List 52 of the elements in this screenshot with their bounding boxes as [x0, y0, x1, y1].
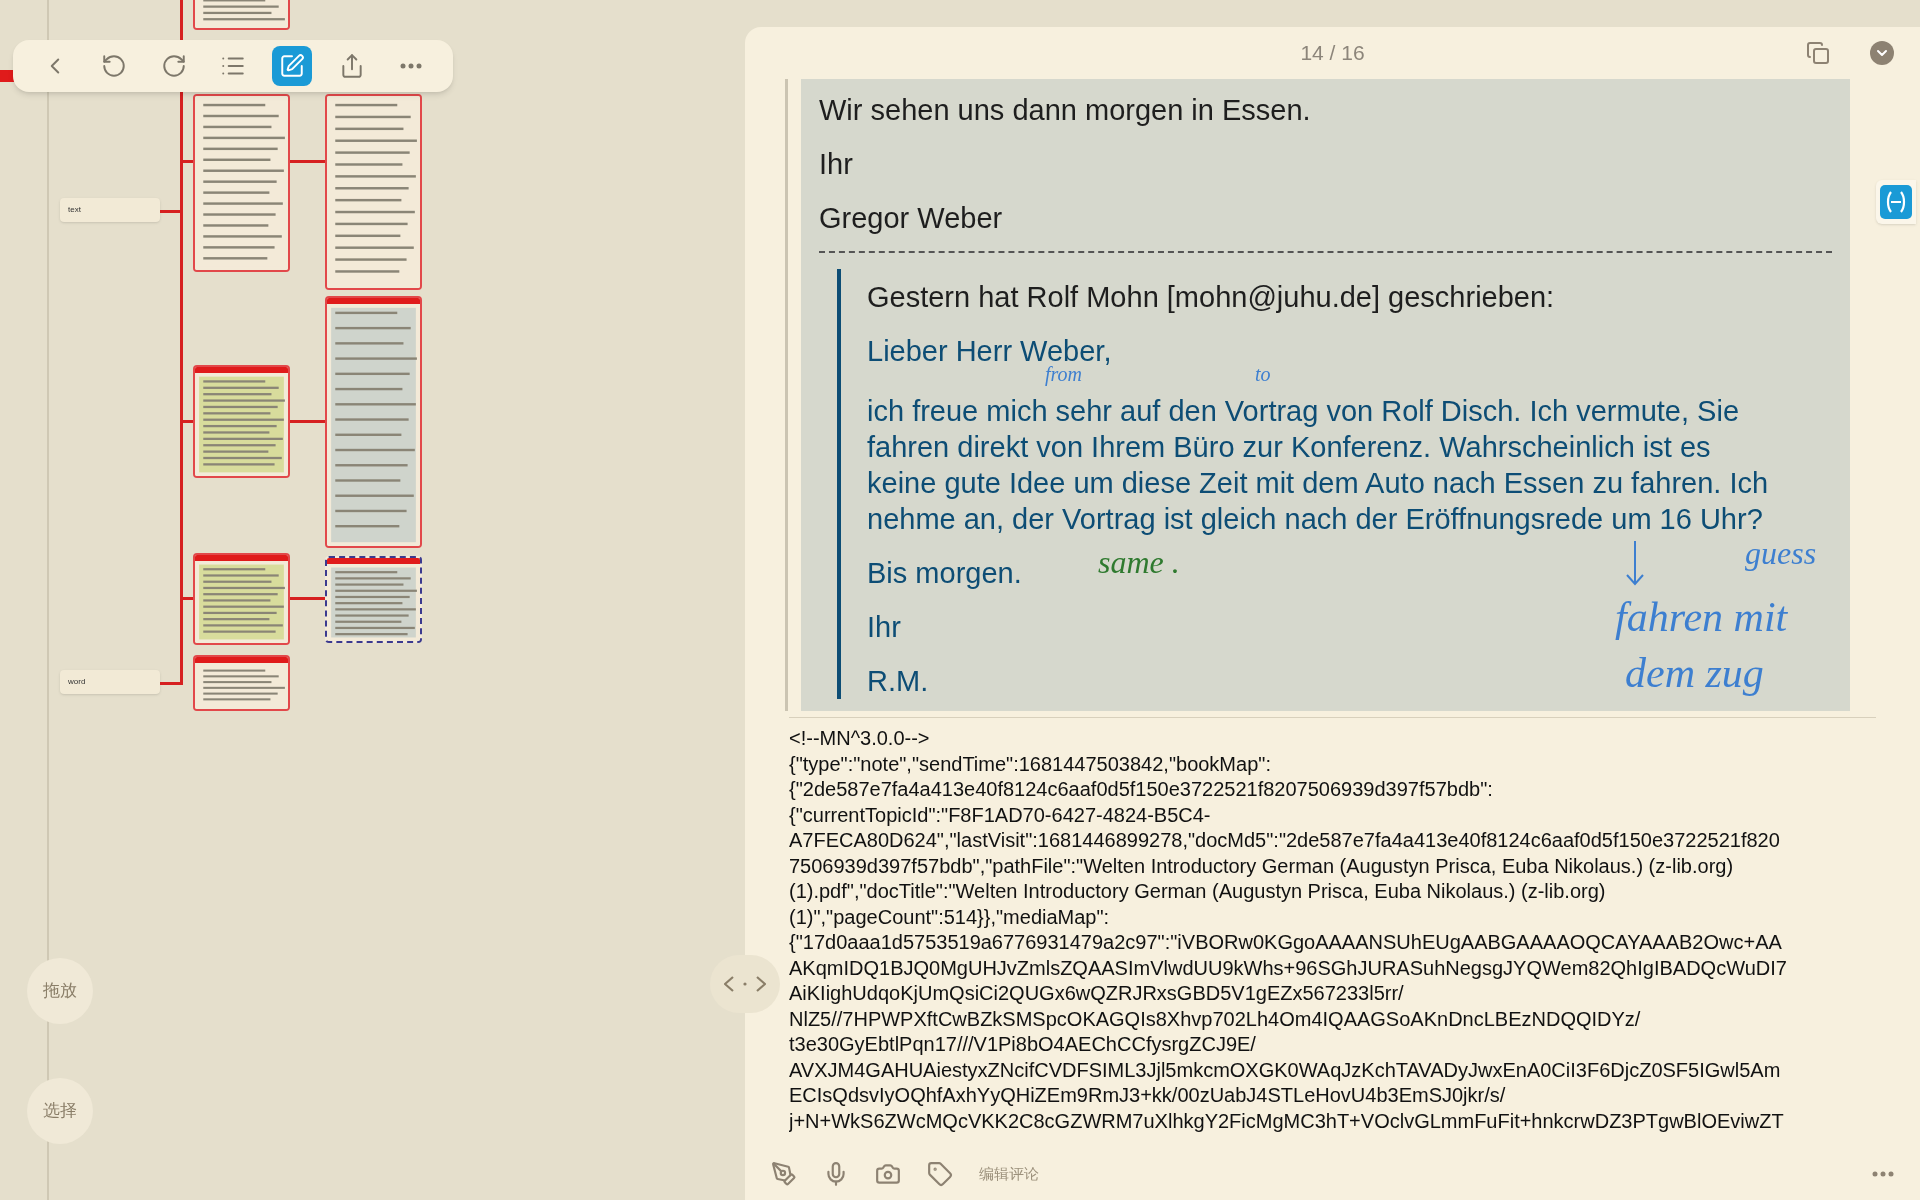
code-line: {"type":"note","sendTime":1681447503842,"bookMap":: [789, 751, 1272, 777]
handwritten-note: guess: [1745, 537, 1817, 569]
handwritten-note: to: [1255, 364, 1271, 384]
letter-line: Ihr: [819, 147, 854, 182]
quote-text: ich freue mich sehr auf den Vortrag von Rolf Disch. Ich vermute, Sie fahren direkt von Ihrem Büro zur Konferenz. Wahrscheinlich ist es keine gute Idee um diese Zeit mit dem Auto nach Essen zu fahren. Ich nehme an, der Vortrag ist gleich nach der Eröffnungsrede um 16 Uhr?: [867, 394, 1770, 537]
handwritten-note: same .: [1098, 546, 1180, 578]
handwritten-note: from: [1045, 364, 1083, 384]
code-line: AKqmIDQ1BJQ0MgUHJvZmlsZQAASImVlwdUU9kWhs+96SGhJURASuhNegsgJYQWem82QhIgIBADQcWuDI7: [789, 955, 1788, 981]
code-line: AiKIighUdqoKjUmQsiCi2QUGx6wQZRJRxsGBD5V1gEZx567233l5rr/: [789, 981, 1405, 1006]
edit-icon: [279, 53, 306, 79]
pen-icon[interactable]: [771, 1161, 797, 1187]
comment-field[interactable]: 编辑评论: [979, 1162, 1846, 1186]
copy-icon[interactable]: [1806, 41, 1830, 65]
drag-handle-icon: [724, 976, 766, 992]
camera-icon[interactable]: [875, 1161, 901, 1187]
map-node-label[interactable]: word: [68, 676, 86, 688]
redo-icon: [160, 53, 187, 79]
page-card[interactable]: [193, 655, 290, 711]
more-icon: [400, 63, 423, 69]
code-line: (1)","pageCount":514}},"mediaMap":: [789, 904, 1111, 930]
quote-text: R.M.: [867, 664, 929, 699]
code-line: AVXJM4GAHUAiestyxZNcifCVDFSIML3Jjl5mkcmOXGK0WAqJzKchTAVADyJwxEnA0CiI3F6DjcZ0SF5IGwl5Am: [789, 1057, 1782, 1083]
code-line: (1).pdf","docTitle":"Welten Introductory German (Augustyn Prisca, Euba Nikolaus.) (z-lib.org): [789, 879, 1607, 904]
map-node-label[interactable]: text: [68, 204, 81, 216]
code-line: A7FECA80D624","lastVisit":1681446899278,"docMd5":"2de587e7fa4a413e40f8124c6aaf0d5f150e3722521f820: [789, 828, 1781, 853]
quote-header: Gestern hat Rolf Mohn [mohn@juhu.de] geschrieben:: [867, 280, 1556, 315]
code-line: 7506939d397f57bdb","pathFile":"Welten Introductory German (Augustyn Prisca, Euba Nikolaus.) (z-lib.org): [789, 853, 1735, 879]
quote-text: Bis morgen.: [867, 556, 1022, 591]
letter-line: Wir sehen uns dann morgen in Essen.: [819, 93, 1312, 128]
quote-text: Lieber Herr Weber,: [867, 334, 1112, 367]
code-line: {"2de587e7fa4a413e40f8124c6aaf0d5f150e3722521f8207506939d397f57bdb":: [789, 777, 1494, 802]
code-line: {"17d0aaa1d5753519a6776931479a2c97":"iVBORw0KGgoAAAANSUhEUgAABGAAAAOQCAYAAAB2Owc+AA: [789, 930, 1783, 955]
letter-line: Gregor Weber: [819, 201, 1004, 236]
code-line: <!--MN^3.0.0-->: [789, 726, 931, 751]
code-line: NlZ5//7HPWPXftCwBZkSMSpcOKAGQIs8Xhvp702Lh4Om4IQAAGSoAKnDncLBEzNDQQIDYz/: [789, 1006, 1642, 1032]
arrow-icon: [1625, 540, 1645, 586]
tag-icon[interactable]: [927, 1161, 953, 1187]
handwritten-note: fahren mit: [1615, 596, 1788, 638]
page-card[interactable]: [325, 556, 422, 643]
side-tab[interactable]: [1876, 180, 1916, 224]
collapse-button[interactable]: [1870, 41, 1894, 65]
app-logo-icon: [1880, 185, 1912, 219]
edit-button[interactable]: [272, 46, 313, 86]
handwritten-note: dem zug: [1625, 652, 1764, 694]
code-line: t3e30GyEbtlPqn17///V1Pi8bO4AEChCCfysrgZCJ9E/: [789, 1032, 1257, 1057]
code-line: j+N+WkS6ZWcMQcVKK2C8cGZWRM7uXlhkgY2FicMgMC3hT+VOclvGLmmFuFit+hnkcrwDZ3PTgwBlOEviwZT: [789, 1108, 1785, 1134]
code-line: {"currentTopicId":"F8F1AD70-6427-4824-B5C4-: [789, 802, 1212, 828]
undo-icon: [101, 53, 128, 79]
page-counter: 14 / 16: [1300, 40, 1365, 67]
quote-text: Ihr: [867, 610, 901, 645]
more-icon: [1872, 1171, 1894, 1177]
code-line: ECIsQdsvIyOQhfAxhYyQHiZEm9RmJ3+kk/00zUabJ4STLeHovU4b3EmSJ0jkr/s/: [789, 1083, 1507, 1108]
